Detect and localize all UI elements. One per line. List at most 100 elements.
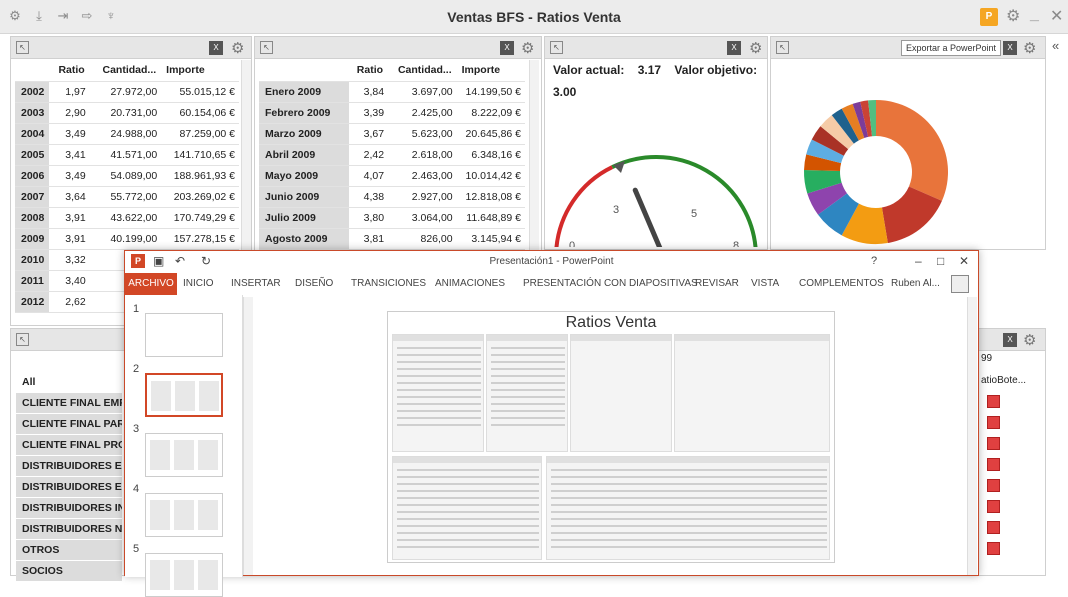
- expand-icon[interactable]: ↖: [776, 41, 789, 54]
- category-row[interactable]: All: [16, 372, 122, 393]
- status-indicator: [987, 395, 1000, 408]
- col-header[interactable]: Cantidad...: [89, 60, 162, 82]
- minimize-button[interactable]: _: [1030, 6, 1039, 24]
- col-header[interactable]: Ratio: [349, 60, 389, 82]
- slide-thumbnail[interactable]: [145, 493, 223, 537]
- gear-icon[interactable]: ⚙: [1023, 39, 1036, 57]
- minimize-button[interactable]: –: [915, 254, 922, 268]
- gear-icon[interactable]: ⚙: [521, 39, 534, 57]
- category-row[interactable]: DISTRIBUIDORES ESTAC: [16, 456, 122, 477]
- category-row[interactable]: OTROS: [16, 540, 122, 561]
- slide-number: 5: [133, 543, 140, 555]
- excel-export-icon[interactable]: X: [209, 41, 223, 55]
- table-row[interactable]: Julio 2009 3,80 3.064,00 11.648,89 €: [259, 207, 525, 229]
- cell-imp: 6.348,16 €: [456, 144, 525, 166]
- expand-icon[interactable]: ↖: [16, 41, 29, 54]
- table-row[interactable]: 2009 3,91 40.199,00 157.278,15 €: [15, 228, 239, 250]
- status-indicator: [987, 542, 1000, 555]
- tab-revisar[interactable]: REVISAR: [695, 278, 739, 289]
- table-row[interactable]: 2007 3,64 55.772,00 203.269,02 €: [15, 186, 239, 208]
- table-row[interactable]: Febrero 2009 3,39 2.425,00 8.222,09 €: [259, 102, 525, 124]
- excel-export-icon[interactable]: X: [500, 41, 514, 55]
- cell-month: Mayo 2009: [259, 165, 349, 187]
- category-row[interactable]: CLIENTE FINAL PARTICU: [16, 414, 122, 435]
- gauge-chart: 0 3 5 8: [554, 155, 758, 247]
- tab-presentaci-n-con-diapositivas[interactable]: PRESENTACIÓN CON DIAPOSITIVAS: [523, 278, 698, 289]
- powerpoint-export-icon[interactable]: P: [980, 8, 998, 26]
- category-row[interactable]: DISTRIBUIDORES NACIO: [16, 519, 122, 540]
- scrollbar[interactable]: [967, 297, 977, 575]
- gauge-tick: 3: [613, 204, 619, 216]
- col-header[interactable]: Importe: [161, 60, 239, 82]
- excel-export-icon[interactable]: X: [1003, 333, 1017, 347]
- table-row[interactable]: 2003 2,90 20.731,00 60.154,06 €: [15, 102, 239, 124]
- scrollbar[interactable]: [243, 297, 253, 575]
- help-button[interactable]: ?: [871, 255, 877, 267]
- gear-icon[interactable]: ⚙: [1006, 6, 1020, 26]
- expand-icon[interactable]: ↖: [16, 333, 29, 346]
- category-row[interactable]: CLIENTE FINAL PROFESI: [16, 435, 122, 456]
- gear-icon[interactable]: ⚙: [749, 39, 762, 57]
- target-value: 3.00: [553, 85, 577, 99]
- table-row[interactable]: 2005 3,41 41.571,00 141.710,65 €: [15, 144, 239, 166]
- tab-transiciones[interactable]: TRANSICIONES: [351, 278, 426, 289]
- panel-donut: ↖ X ⚙ Exportar a PowerPoint: [770, 36, 1046, 250]
- user-name[interactable]: Ruben Al...: [891, 278, 940, 289]
- cell-year: 2008: [15, 207, 49, 229]
- table-row[interactable]: 2004 3,49 24.988,00 87.259,00 €: [15, 123, 239, 145]
- cell-month: Marzo 2009: [259, 123, 349, 145]
- col-header: 99: [981, 353, 993, 364]
- table-row[interactable]: 2002 1,97 27.972,00 55.015,12 €: [15, 81, 239, 103]
- table-row[interactable]: 2008 3,91 43.622,00 170.749,29 €: [15, 207, 239, 229]
- table-row[interactable]: Enero 2009 3,84 3.697,00 14.199,50 €: [259, 81, 525, 103]
- table-row[interactable]: Marzo 2009 3,67 5.623,00 20.645,86 €: [259, 123, 525, 145]
- collapse-button[interactable]: «: [1052, 38, 1059, 53]
- gear-icon[interactable]: ⚙: [1023, 331, 1036, 349]
- months-table: Ratio Cantidad... Importe Enero 2009 3,84…: [259, 60, 525, 250]
- col-header[interactable]: Cantidad...: [388, 60, 457, 82]
- tab-inicio[interactable]: INICIO: [183, 278, 214, 289]
- excel-export-icon[interactable]: X: [1003, 41, 1017, 55]
- category-row[interactable]: DISTRIBUIDORES EXPOI: [16, 477, 122, 498]
- col-header[interactable]: Importe: [456, 60, 525, 82]
- tab-complementos[interactable]: COMPLEMENTOS: [799, 278, 884, 289]
- cell-cant: 55.772,00: [89, 186, 162, 208]
- cell-imp: 8.222,09 €: [456, 102, 525, 124]
- col-header: atioBote...: [981, 375, 1027, 386]
- category-row[interactable]: DISTRIBUIDORES INACT: [16, 498, 122, 519]
- expand-icon[interactable]: ↖: [550, 41, 563, 54]
- category-row[interactable]: CLIENTE FINAL EMPRES: [16, 393, 122, 414]
- cell-cant: 40.199,00: [89, 228, 162, 250]
- tab-vista[interactable]: VISTA: [751, 278, 779, 289]
- status-indicator: [987, 458, 1000, 471]
- slide-thumbnail[interactable]: [145, 313, 223, 357]
- tab-animaciones[interactable]: ANIMACIONES: [435, 278, 505, 289]
- close-button[interactable]: ✕: [959, 254, 969, 268]
- table-row[interactable]: Junio 2009 4,38 2.927,00 12.818,08 €: [259, 186, 525, 208]
- cell-ratio: 3,64: [49, 186, 90, 208]
- cell-cant: 43.622,00: [89, 207, 162, 229]
- slide-number: 2: [133, 363, 140, 375]
- col-header[interactable]: Ratio: [49, 60, 90, 82]
- slide-thumbnail[interactable]: [145, 553, 223, 597]
- table-row[interactable]: 2006 3,49 54.089,00 188.961,93 €: [15, 165, 239, 187]
- table-row[interactable]: Agosto 2009 3,81 826,00 3.145,94 €: [259, 228, 525, 250]
- tab-insertar[interactable]: INSERTAR: [231, 278, 281, 289]
- category-row[interactable]: SOCIOS: [16, 561, 122, 582]
- avatar[interactable]: [951, 275, 969, 293]
- status-indicator: [987, 416, 1000, 429]
- cell-cant: 27.972,00: [89, 81, 162, 103]
- excel-export-icon[interactable]: X: [727, 41, 741, 55]
- gear-icon[interactable]: ⚙: [231, 39, 244, 57]
- table-row[interactable]: Mayo 2009 4,07 2.463,00 10.014,42 €: [259, 165, 525, 187]
- cell-imp: 60.154,06 €: [161, 102, 239, 124]
- slide-thumbnail[interactable]: [145, 433, 223, 477]
- cell-cant: 24.988,00: [89, 123, 162, 145]
- tab-dise-o[interactable]: DISEÑO: [295, 278, 333, 289]
- expand-icon[interactable]: ↖: [260, 41, 273, 54]
- close-button[interactable]: ✕: [1050, 6, 1063, 26]
- slide-number: 4: [133, 483, 140, 495]
- slide-thumbnail[interactable]: [145, 373, 223, 417]
- table-row[interactable]: Abril 2009 2,42 2.618,00 6.348,16 €: [259, 144, 525, 166]
- maximize-button[interactable]: □: [937, 254, 944, 268]
